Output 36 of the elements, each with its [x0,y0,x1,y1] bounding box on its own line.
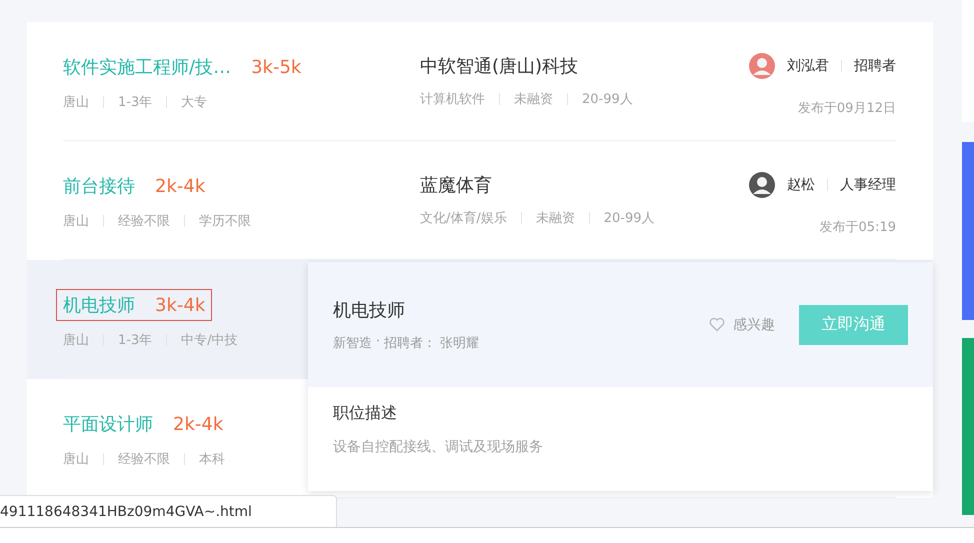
popup-job-title: 机电技师 [333,298,406,322]
company-tag: 20-99人 [604,209,655,227]
post-date: 发布于05:19 [820,219,896,236]
popup-recruiter: 张明耀 [440,334,480,352]
job-tag: 唐山 [63,331,89,349]
recruiter-label: 招聘者： [384,334,436,352]
recruiter-name: 赵松 [787,176,815,194]
job-tag: 唐山 [63,212,89,230]
salary: 2k-4k [173,414,224,434]
recruiter-role: 招聘者 [854,57,896,75]
company-tag: 20-99人 [582,90,633,108]
post-date: 发布于09月12日 [798,100,896,117]
job-tag: 学历不限 [199,212,251,230]
popup-company: 新智造 [333,334,372,352]
job-tag: 中专/中技 [181,331,238,349]
company-tag: 文化/体育/娱乐 [420,209,507,227]
salary: 3k-5k [251,56,302,78]
job-tag: 唐山 [63,93,89,111]
job-tag: 经验不限 [118,212,170,230]
status-bar-url: 491118648341HBz09m4GVA~.html [0,495,337,527]
job-tag: 大专 [181,93,208,111]
job-tag: 本科 [199,450,225,468]
salary: 2k-4k [155,176,206,196]
job-tag: 经验不限 [118,450,170,468]
job-tag: 唐山 [63,450,89,468]
recruiter-name: 刘泓君 [787,57,829,75]
job-tag: 1-3年 [118,93,152,111]
separator-dot: · [376,334,380,350]
recruiter-role: 人事经理 [840,176,896,194]
company-tag: 未融资 [536,209,575,227]
job-tag: 1-3年 [118,331,152,349]
job-description: 设备自控配接线、调试及现场服务 [333,438,544,456]
company-tag: 计算机软件 [420,90,485,108]
salary: 3k-4k [155,294,206,316]
section-title: 职位描述 [333,403,398,424]
company-tag: 未融资 [514,90,553,108]
